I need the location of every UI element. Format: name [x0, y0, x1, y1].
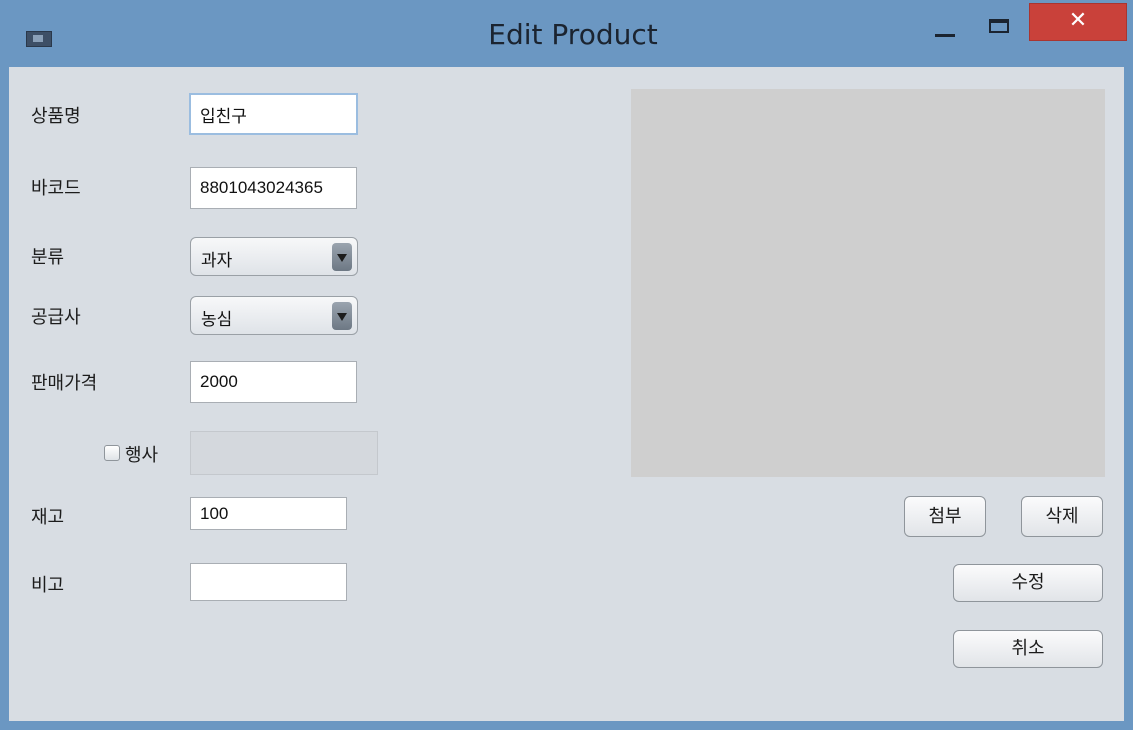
cancel-button[interactable]: 취소 [953, 630, 1103, 668]
chevron-down-icon[interactable] [332, 243, 352, 271]
edit-product-window: Edit Product ✕ 상품명 입친구 바코드 8801043024365… [0, 0, 1133, 730]
title-bar[interactable]: Edit Product ✕ [0, 0, 1133, 66]
barcode-input[interactable]: 8801043024365 [190, 167, 357, 209]
product-name-input[interactable]: 입친구 [189, 93, 358, 135]
edit-button[interactable]: 수정 [953, 564, 1103, 602]
minimize-button[interactable] [923, 8, 967, 46]
note-label: 비고 [31, 575, 65, 596]
product-image-preview [631, 89, 1105, 477]
close-icon: ✕ [1068, 8, 1088, 33]
event-label: 행사 [125, 445, 159, 466]
stock-input[interactable]: 100 [190, 497, 347, 530]
category-select[interactable]: 과자 [190, 237, 358, 276]
barcode-label: 바코드 [31, 178, 81, 199]
note-input[interactable] [190, 563, 347, 601]
product-name-label: 상품명 [31, 106, 81, 127]
event-input [190, 431, 378, 475]
supplier-select[interactable]: 농심 [190, 296, 358, 335]
close-button[interactable]: ✕ [1029, 3, 1127, 41]
supplier-selected-value: 농심 [201, 310, 233, 330]
category-selected-value: 과자 [201, 251, 233, 271]
supplier-label: 공급사 [31, 307, 81, 328]
delete-button[interactable]: 삭제 [1021, 496, 1103, 537]
attach-button[interactable]: 첨부 [904, 496, 986, 537]
category-label: 분류 [31, 247, 65, 268]
price-input[interactable]: 2000 [190, 361, 357, 403]
price-label: 판매가격 [31, 373, 98, 394]
event-checkbox[interactable] [104, 445, 120, 461]
stock-label: 재고 [31, 507, 65, 528]
chevron-down-icon[interactable] [332, 302, 352, 330]
maximize-button[interactable] [978, 8, 1022, 46]
